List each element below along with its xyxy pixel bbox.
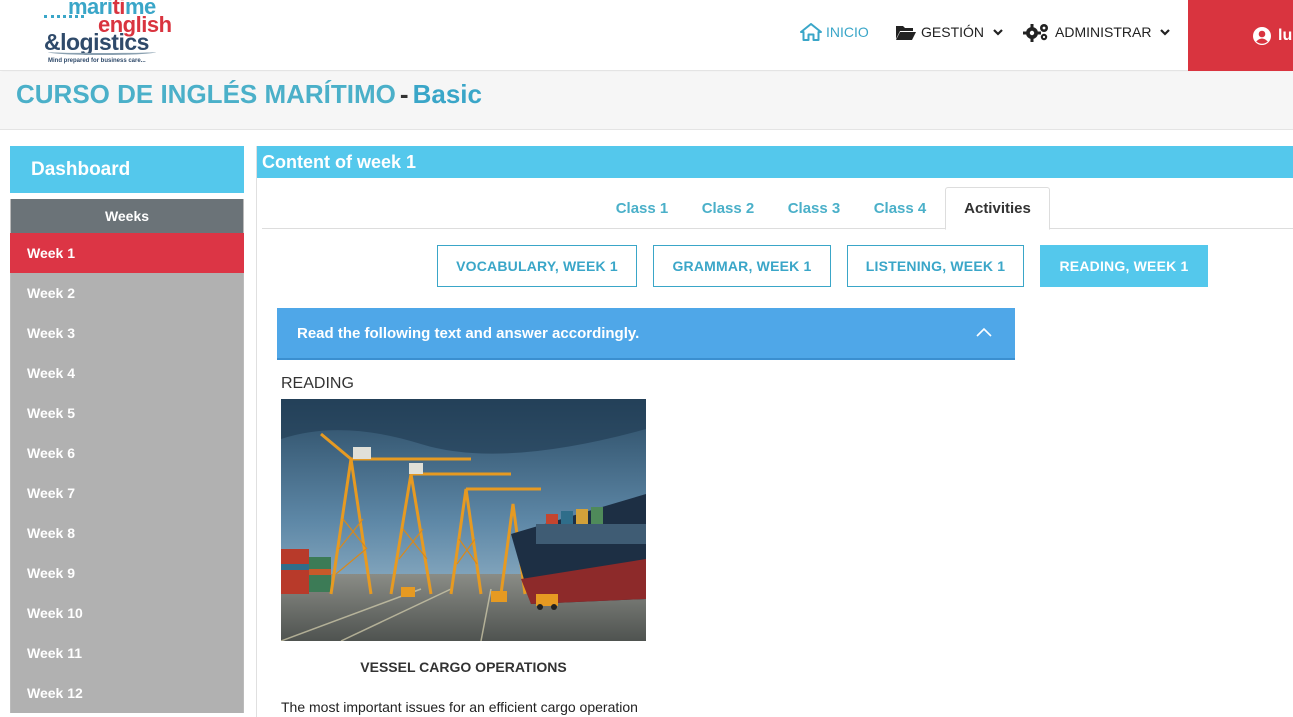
folder-open-icon [896, 25, 916, 40]
sidebar: Dashboard Weeks Week 1 Week 2 Week 3 Wee… [10, 146, 244, 717]
subtab-listening[interactable]: LISTENING, WEEK 1 [847, 245, 1024, 287]
title-separator: - [399, 79, 409, 109]
user-menu[interactable]: lu [1188, 0, 1293, 71]
sidebar-item-week-7[interactable]: Week 7 [10, 473, 244, 513]
sidebar-item-week-8[interactable]: Week 8 [10, 513, 244, 553]
tab-class-3[interactable]: Class 3 [779, 187, 849, 229]
sidebar-item-week-2[interactable]: Week 2 [10, 273, 244, 313]
sidebar-item-week-12[interactable]: Week 12 [10, 673, 244, 713]
sidebar-item-week-10[interactable]: Week 10 [10, 593, 244, 633]
user-circle-icon [1253, 26, 1271, 45]
reading-body-text: The most important issues for an efficie… [281, 699, 638, 715]
chevron-down-icon [1160, 29, 1171, 36]
sidebar-item-week-11[interactable]: Week 11 [10, 633, 244, 673]
nav-manage-label: GESTIÓN [921, 24, 985, 40]
logo-swoosh [48, 49, 156, 55]
class-tabs: Class 1 Class 2 Class 3 Class 4 Activiti… [262, 187, 1293, 230]
sidebar-item-week-4[interactable]: Week 4 [10, 353, 244, 393]
course-level: Basic [412, 79, 482, 109]
home-icon [800, 23, 822, 41]
subtab-grammar[interactable]: GRAMMAR, WEEK 1 [653, 245, 831, 287]
title-band: CURSO DE INGLÉS MARÍTIMO - Basic [0, 72, 1293, 130]
week-content-panel: Content of week 1 Class 1 Class 2 Class … [256, 146, 1293, 717]
sidebar-item-week-5[interactable]: Week 5 [10, 393, 244, 433]
course-title: CURSO DE INGLÉS MARÍTIMO [16, 79, 396, 109]
sidebar-item-week-9[interactable]: Week 9 [10, 553, 244, 593]
user-name: lu [1278, 26, 1293, 44]
tab-class-2[interactable]: Class 2 [693, 187, 763, 229]
nav-home-label: INICIO [826, 24, 869, 40]
subtab-reading[interactable]: READING, WEEK 1 [1040, 245, 1208, 287]
chevron-down-icon [993, 29, 1003, 36]
dashboard-link[interactable]: Dashboard [10, 146, 244, 196]
nav-manage-menu[interactable]: GESTIÓN [895, 20, 1004, 44]
tab-activities[interactable]: Activities [945, 187, 1050, 230]
port-illustration [281, 399, 646, 641]
chevron-up-icon [976, 327, 992, 337]
sidebar-item-week-1[interactable]: Week 1 [10, 233, 244, 273]
nav-admin-label: ADMINISTRAR [1055, 24, 1152, 40]
weeks-header: Weeks [10, 199, 244, 233]
gears-icon [1023, 24, 1048, 42]
image-caption: VESSEL CARGO OPERATIONS [360, 659, 567, 675]
nav-home[interactable]: INICIO [800, 20, 869, 44]
accordion-title: Read the following text and answer accor… [297, 324, 640, 342]
page-title: CURSO DE INGLÉS MARÍTIMO - Basic [16, 79, 482, 110]
top-navbar: maritime english &logistics Mind prepare… [0, 0, 1293, 71]
tab-class-1[interactable]: Class 1 [607, 187, 677, 229]
content-header: Content of week 1 [257, 146, 1293, 178]
nav-admin-menu[interactable]: ADMINISTRAR [1023, 20, 1171, 44]
sidebar-item-week-6[interactable]: Week 6 [10, 433, 244, 473]
subtab-vocabulary[interactable]: VOCABULARY, WEEK 1 [437, 245, 637, 287]
reading-accordion-header[interactable]: Read the following text and answer accor… [277, 308, 1015, 360]
sidebar-item-week-3[interactable]: Week 3 [10, 313, 244, 353]
tab-class-4[interactable]: Class 4 [865, 187, 935, 229]
cargo-port-image [281, 399, 646, 641]
section-label: READING [281, 375, 354, 392]
brand-logo[interactable]: maritime english &logistics Mind prepare… [40, 0, 172, 68]
logo-tagline: Mind prepared for business care... [48, 58, 146, 64]
